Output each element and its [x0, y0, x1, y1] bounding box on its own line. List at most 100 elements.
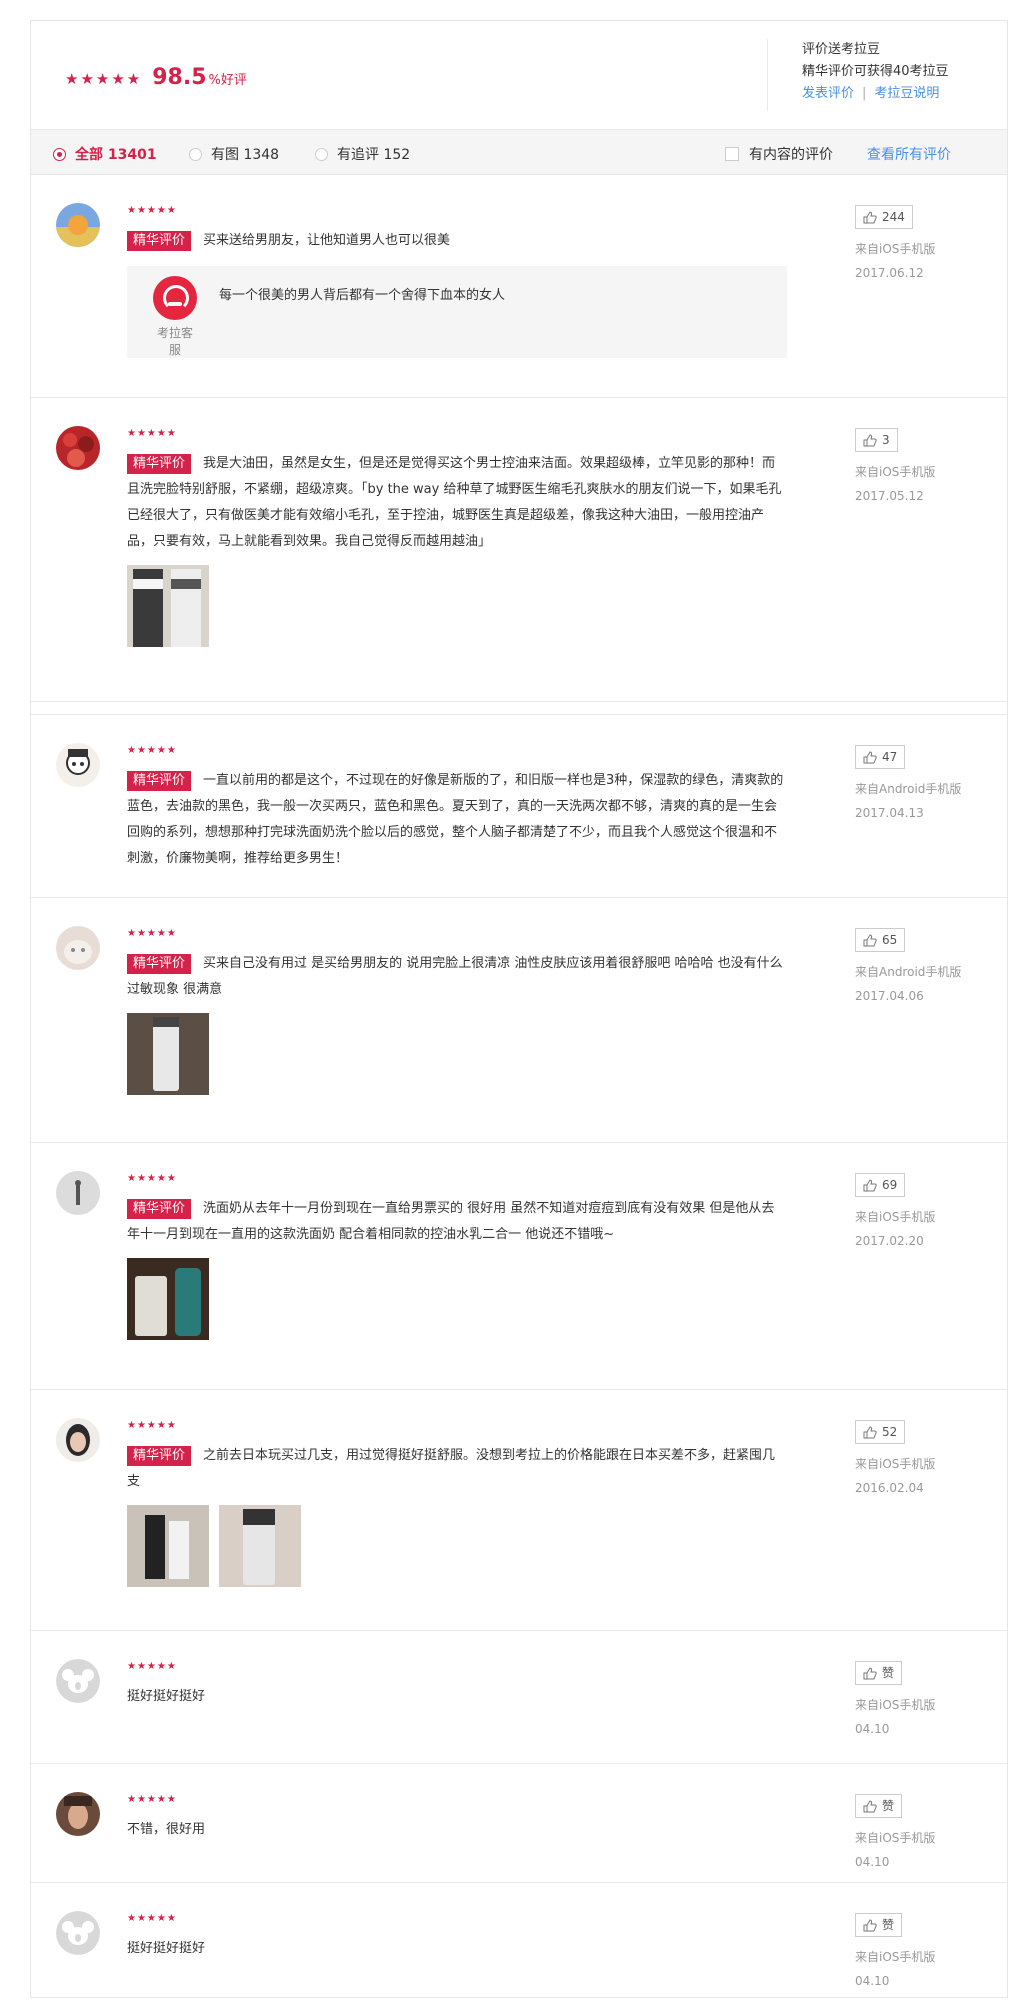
- review-stars: ★★★★★: [127, 745, 177, 756]
- review-stars: ★★★★★: [127, 1794, 177, 1805]
- like-count: 47: [882, 750, 898, 764]
- review-item: ★★★★★ 挺好挺好挺好 赞 来自iOS手机版 04.10: [31, 1631, 1007, 1764]
- filter-all-label: 全部 13401: [75, 147, 157, 163]
- review-body: ★★★★★ 不错，很好用: [127, 1794, 787, 1843]
- rating-stars: ★★★★★: [65, 70, 143, 88]
- like-button[interactable]: 52: [855, 1420, 906, 1444]
- review-meta: 3 来自iOS手机版 2017.05.12: [855, 428, 935, 508]
- review-date: 2017.04.13: [855, 806, 924, 820]
- filter-with-followup[interactable]: 有追评 152: [315, 144, 410, 164]
- review-meta: 69 来自iOS手机版 2017.02.20: [855, 1173, 935, 1253]
- review-filter-bar: 全部 13401 有图 1348 有追评 152 有内容的评价 查看所有评价: [31, 130, 1007, 175]
- featured-review-badge: 精华评价: [127, 954, 192, 974]
- review-body: ★★★★★ 精华评价 买来送给男朋友，让他知道男人也可以很美 考拉客服 每一个很美…: [127, 205, 787, 358]
- review-item: ★★★★★ 不错，很好用 赞 来自iOS手机版 04.10: [31, 1764, 1007, 1883]
- thumbs-up-icon: [863, 210, 877, 223]
- like-button[interactable]: 赞: [855, 1661, 903, 1685]
- review-source: 来自iOS手机版: [855, 1698, 936, 1712]
- like-count: 65: [882, 933, 898, 947]
- filter-with-image[interactable]: 有图 1348: [189, 144, 279, 164]
- thumbs-up-icon: [863, 433, 877, 446]
- section-divider: [31, 702, 1007, 715]
- post-review-link[interactable]: 发表评价: [802, 86, 854, 101]
- review-item: ★★★★★ 精华评价 买来自己没有用过 是买给男朋友的 说用完脸上很清凉 油性皮肤…: [31, 898, 1007, 1143]
- review-image-thumbnail[interactable]: [127, 1258, 209, 1340]
- review-source: 来自iOS手机版: [855, 1210, 936, 1224]
- review-text-row: 精华评价 一直以前用的都是这个，不过现在的好像是新版的了，和旧版一样也是3种，保湿…: [127, 768, 787, 872]
- avatar: [56, 1792, 100, 1836]
- review-image-thumbnail[interactable]: [127, 565, 209, 647]
- review-stars: ★★★★★: [127, 1661, 177, 1672]
- thumbs-up-icon: [863, 1799, 877, 1812]
- like-button[interactable]: 赞: [855, 1913, 903, 1937]
- headset-icon: [153, 276, 197, 320]
- review-source: 来自iOS手机版: [855, 465, 936, 479]
- like-count: 52: [882, 1425, 898, 1439]
- review-body: ★★★★★ 精华评价 买来自己没有用过 是买给男朋友的 说用完脸上很清凉 油性皮肤…: [127, 928, 787, 1095]
- review-date: 04.10: [855, 1855, 890, 1869]
- radio-icon: [189, 147, 202, 161]
- like-button[interactable]: 47: [855, 745, 906, 769]
- review-source: 来自iOS手机版: [855, 1457, 936, 1471]
- review-body: ★★★★★ 精华评价 洗面奶从去年十一月份到现在一直给男票买的 很好用 虽然不知道…: [127, 1173, 787, 1340]
- like-count: 3: [882, 433, 890, 447]
- like-button[interactable]: 69: [855, 1173, 906, 1197]
- review-body: ★★★★★ 挺好挺好挺好: [127, 1661, 787, 1710]
- review-text: 不错，很好用: [127, 1822, 206, 1837]
- review-image-thumbnail[interactable]: [127, 1013, 209, 1095]
- rating-summary: ★★★★★ 98.5 %好评 评价送考拉豆 精华评价可获得40考拉豆 发表评价 |…: [31, 21, 1007, 130]
- service-reply-text: 每一个很美的男人背后都有一个舍得下血本的女人: [219, 288, 506, 303]
- review-source: 来自Android手机版: [855, 965, 962, 979]
- review-date: 2016.02.04: [855, 1481, 924, 1495]
- review-meta: 赞 来自iOS手机版 04.10: [855, 1913, 935, 1993]
- avatar: [56, 926, 100, 970]
- review-text-row: 精华评价 买来自己没有用过 是买给男朋友的 说用完脸上很清凉 油性皮肤应该用着很舒…: [127, 951, 787, 1003]
- like-button[interactable]: 244: [855, 205, 913, 229]
- review-meta: 52 来自iOS手机版 2016.02.04: [855, 1420, 935, 1500]
- review-meta: 47 来自Android手机版 2017.04.13: [855, 745, 961, 825]
- like-label: 赞: [882, 1918, 895, 1932]
- review-item: ★★★★★ 精华评价 洗面奶从去年十一月份到现在一直给男票买的 很好用 虽然不知道…: [31, 1143, 1007, 1390]
- review-source: 来自iOS手机版: [855, 242, 936, 256]
- thumbs-up-icon: [863, 1918, 877, 1931]
- bean-explain-link[interactable]: 考拉豆说明: [874, 86, 939, 101]
- default-avatar: [56, 1911, 100, 1955]
- featured-review-badge: 精华评价: [127, 1199, 192, 1219]
- review-image-thumbnail[interactable]: [219, 1505, 301, 1587]
- review-text: 之前去日本玩买过几支，用过觉得挺好挺舒服。没想到考拉上的价格能跟在日本买差不多，…: [127, 1448, 776, 1489]
- review-images: [127, 1258, 787, 1340]
- review-item: ★★★★★ 精华评价 一直以前用的都是这个，不过现在的好像是新版的了，和旧版一样也…: [31, 715, 1007, 898]
- filter-all[interactable]: 全部 13401: [53, 144, 157, 164]
- avatar: [56, 743, 100, 787]
- view-all-reviews-link[interactable]: 查看所有评价: [867, 144, 951, 164]
- featured-review-badge: 精华评价: [127, 1446, 192, 1466]
- review-date: 04.10: [855, 1974, 890, 1988]
- like-button[interactable]: 3: [855, 428, 898, 452]
- review-meta: 244 来自iOS手机版 2017.06.12: [855, 205, 935, 285]
- review-item: ★★★★★ 精华评价 我是大油田，虽然是女生，但是还是觉得买这个男士控油来洁面。效…: [31, 398, 1007, 702]
- like-button[interactable]: 65: [855, 928, 906, 952]
- review-body: ★★★★★ 精华评价 一直以前用的都是这个，不过现在的好像是新版的了，和旧版一样也…: [127, 745, 787, 872]
- like-count: 244: [882, 210, 905, 224]
- review-text: 挺好挺好挺好: [127, 1689, 206, 1704]
- service-name: 考拉客服: [156, 326, 193, 357]
- checkbox-icon: [725, 147, 739, 161]
- featured-review-badge: 精华评价: [127, 454, 192, 474]
- service-reply: 考拉客服 每一个很美的男人背后都有一个舍得下血本的女人: [127, 266, 787, 358]
- like-button[interactable]: 赞: [855, 1794, 903, 1818]
- review-stars: ★★★★★: [127, 428, 177, 439]
- review-text-row: 精华评价 洗面奶从去年十一月份到现在一直给男票买的 很好用 虽然不知道对痘痘到底有…: [127, 1196, 787, 1248]
- filter-with-content-label: 有内容的评价: [749, 147, 833, 163]
- avatar: [56, 203, 100, 247]
- reward-info: 评价送考拉豆 精华评价可获得40考拉豆 发表评价 | 考拉豆说明: [767, 39, 949, 111]
- review-item: ★★★★★ 精华评价 买来送给男朋友，让他知道男人也可以很美 考拉客服 每一个很美…: [31, 175, 1007, 398]
- review-meta: 65 来自Android手机版 2017.04.06: [855, 928, 961, 1008]
- avatar: [56, 1418, 100, 1462]
- review-image-thumbnail[interactable]: [127, 1505, 209, 1587]
- reward-description: 精华评价可获得40考拉豆: [802, 64, 949, 79]
- review-source: 来自iOS手机版: [855, 1831, 936, 1845]
- rating-score: ★★★★★ 98.5 %好评: [65, 65, 247, 90]
- filter-with-content[interactable]: 有内容的评价: [725, 144, 833, 164]
- review-text-row: 精华评价 我是大油田，虽然是女生，但是还是觉得买这个男士控油来洁面。效果超级棒，立…: [127, 451, 787, 555]
- like-label: 赞: [882, 1666, 895, 1680]
